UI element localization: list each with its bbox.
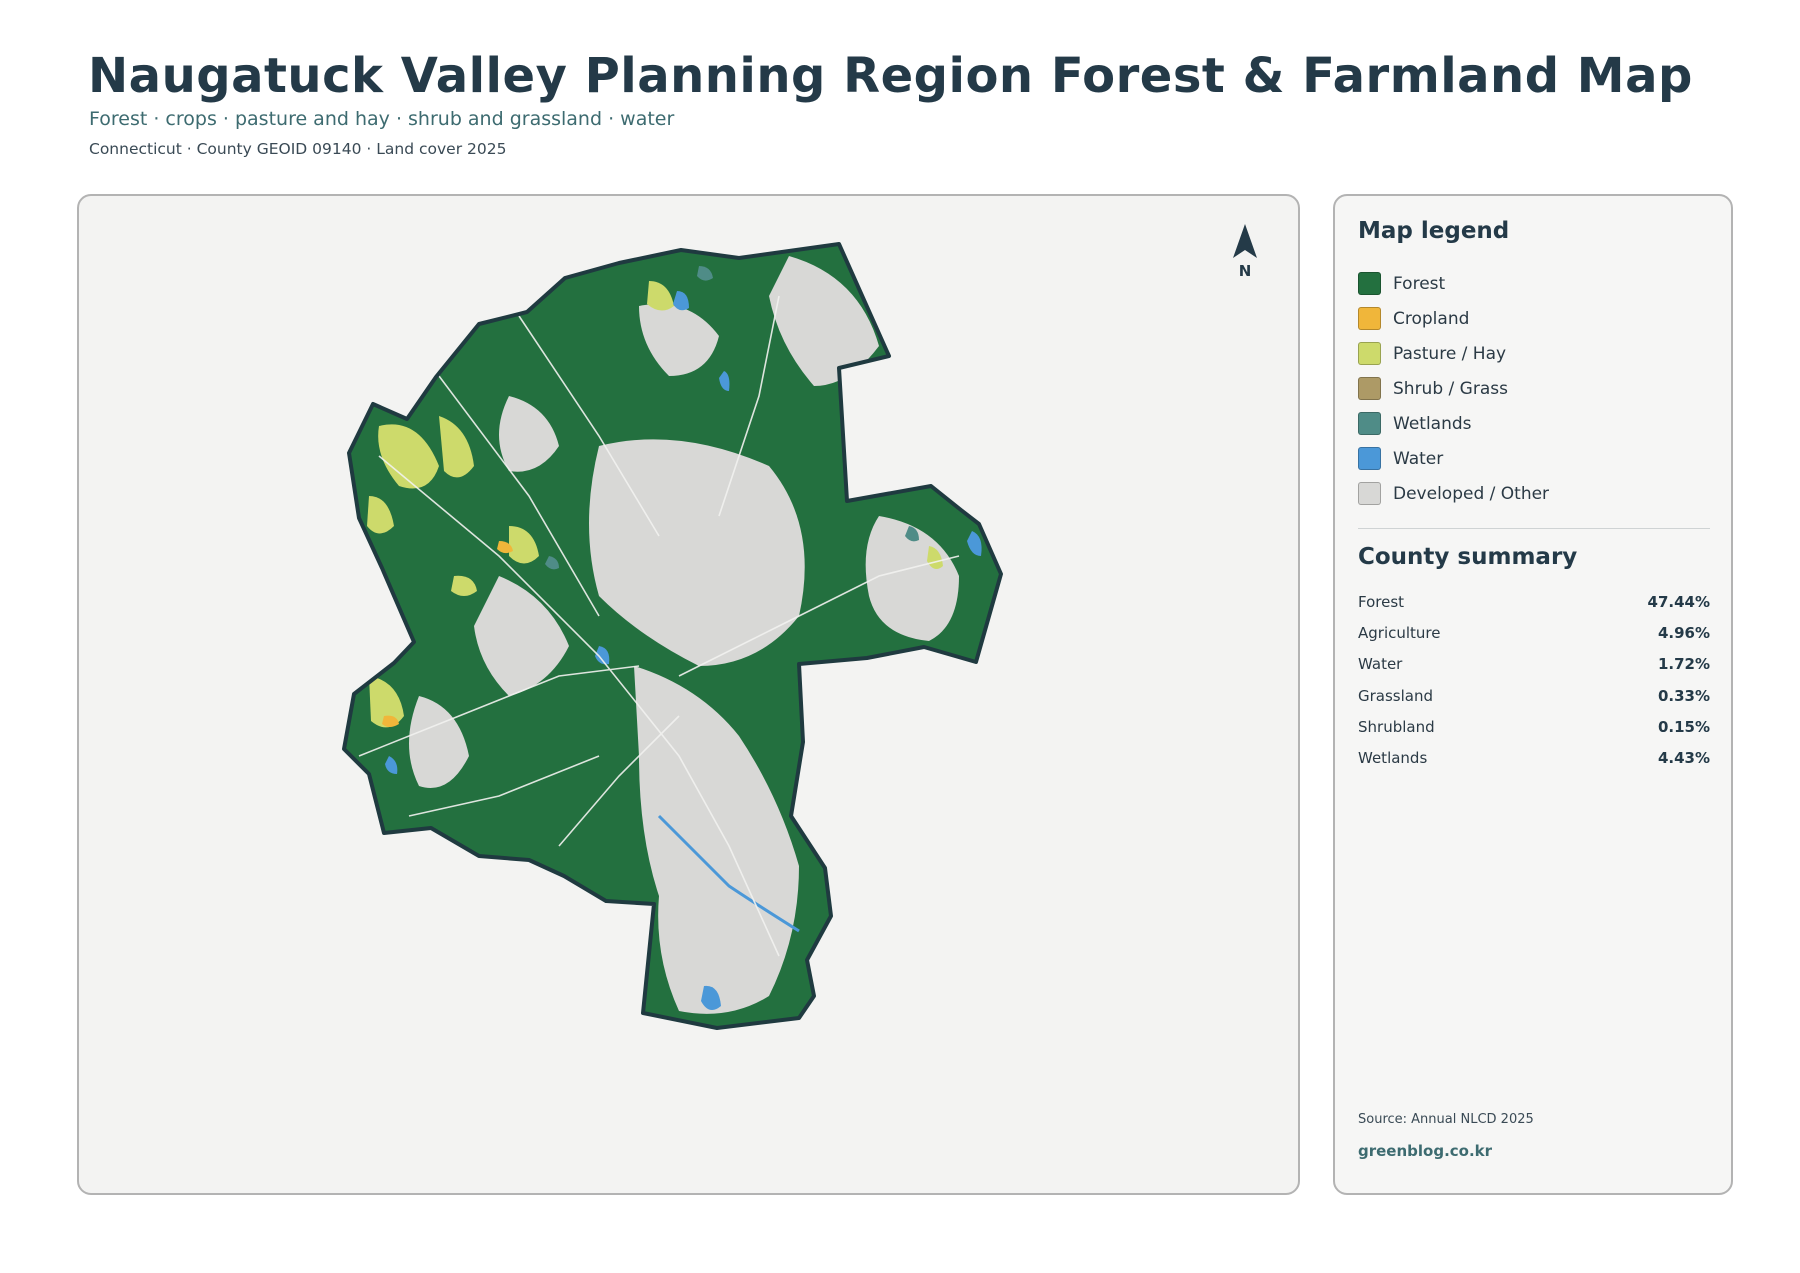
panel-divider xyxy=(1358,528,1710,529)
legend-label: Forest xyxy=(1393,273,1446,294)
legend-item-pasture: Pasture / Hay xyxy=(1358,336,1549,371)
website-link[interactable]: greenblog.co.kr xyxy=(1358,1142,1492,1160)
side-panel: Map legend Forest Cropland Pasture / Hay… xyxy=(1333,194,1733,1195)
north-arrow-icon xyxy=(1233,224,1257,258)
legend-label: Pasture / Hay xyxy=(1393,343,1507,364)
wetlands-swatch xyxy=(1358,412,1381,435)
north-arrow: N xyxy=(1228,224,1262,284)
page-title: Naugatuck Valley Planning Region Forest … xyxy=(88,48,1693,104)
legend-item-forest: Forest xyxy=(1358,266,1549,301)
source-credit: Source: Annual NLCD 2025 xyxy=(1358,1112,1534,1127)
legend-label: Wetlands xyxy=(1393,413,1472,434)
pasture-area xyxy=(569,896,599,925)
legend-label: Cropland xyxy=(1393,308,1470,329)
map-panel[interactable] xyxy=(77,194,1300,1195)
summary-row-shrubland: Shrubland 0.15% xyxy=(1358,711,1710,742)
legend-item-cropland: Cropland xyxy=(1358,301,1549,336)
summary-value: 4.43% xyxy=(1657,749,1710,768)
summary-list: Forest 47.44% Agriculture 4.96% Water 1.… xyxy=(1358,586,1710,774)
summary-label: Wetlands xyxy=(1358,749,1428,768)
summary-value: 1.72% xyxy=(1657,655,1710,674)
summary-row-wetlands: Wetlands 4.43% xyxy=(1358,742,1710,773)
developed-swatch xyxy=(1358,482,1381,505)
summary-row-forest: Forest 47.44% xyxy=(1358,586,1710,617)
summary-label: Shrubland xyxy=(1358,717,1435,736)
legend-item-water: Water xyxy=(1358,441,1549,476)
page-meta: Connecticut · County GEOID 09140 · Land … xyxy=(89,140,507,158)
forest-swatch xyxy=(1358,272,1381,295)
shrub-grass-swatch xyxy=(1358,377,1381,400)
land-cover-layer xyxy=(344,244,1001,1028)
summary-row-grassland: Grassland 0.33% xyxy=(1358,680,1710,711)
legend-label: Shrub / Grass xyxy=(1393,378,1508,399)
summary-value: 47.44% xyxy=(1647,592,1710,611)
summary-label: Water xyxy=(1358,655,1403,674)
summary-label: Agriculture xyxy=(1358,623,1441,642)
legend-title: Map legend xyxy=(1358,218,1510,244)
legend-item-developed: Developed / Other xyxy=(1358,476,1549,511)
summary-value: 0.15% xyxy=(1657,717,1710,736)
legend-label: Developed / Other xyxy=(1393,483,1550,504)
legend-list: Forest Cropland Pasture / Hay Shrub / Gr… xyxy=(1358,266,1549,511)
pasture-swatch xyxy=(1358,342,1381,365)
summary-row-water: Water 1.72% xyxy=(1358,649,1710,680)
summary-label: Grassland xyxy=(1358,686,1433,705)
page-subtitle: Forest · crops · pasture and hay · shrub… xyxy=(89,108,675,130)
legend-label: Water xyxy=(1393,448,1444,469)
water-swatch xyxy=(1358,447,1381,470)
summary-row-agriculture: Agriculture 4.96% xyxy=(1358,617,1710,648)
cropland-swatch xyxy=(1358,307,1381,330)
summary-value: 0.33% xyxy=(1657,686,1710,705)
legend-item-wetlands: Wetlands xyxy=(1358,406,1549,441)
summary-value: 4.96% xyxy=(1657,623,1710,642)
summary-title: County summary xyxy=(1358,544,1578,570)
north-label: N xyxy=(1238,262,1252,280)
legend-item-shrub-grass: Shrub / Grass xyxy=(1358,371,1549,406)
summary-label: Forest xyxy=(1358,592,1405,611)
county-map[interactable] xyxy=(79,196,1300,1195)
